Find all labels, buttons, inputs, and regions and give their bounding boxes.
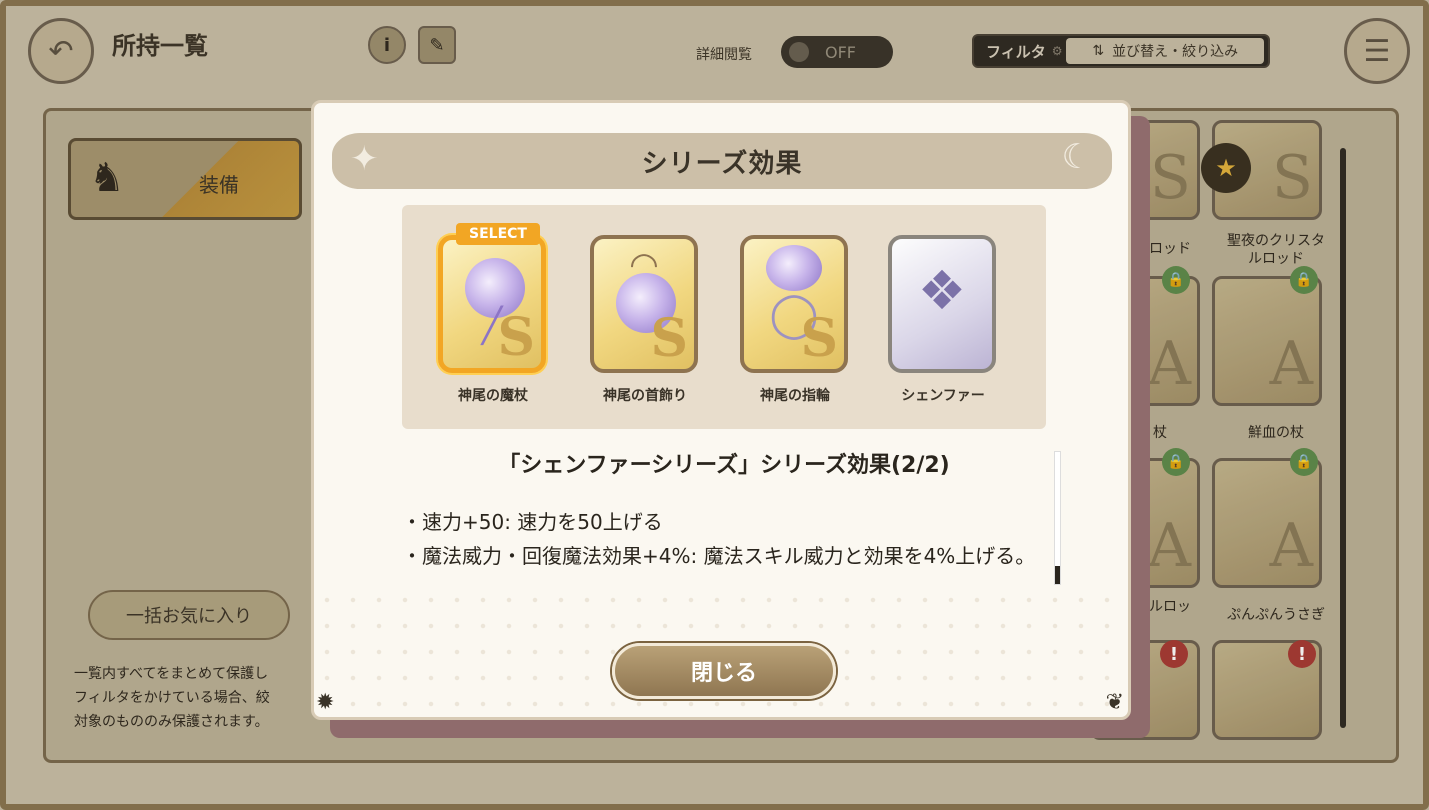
character-card: ❖ <box>888 235 996 373</box>
series-items: SELECT ╱ S 神尾の魔杖 ◠ S 神尾の首飾り ◯ S 神尾の指輪 ❖ … <box>402 205 1046 429</box>
modal-header: ✦ シリーズ効果 ☾ <box>332 133 1112 189</box>
series-effect-dialog: ✦ シリーズ効果 ☾ SELECT ╱ S 神尾の魔杖 ◠ S 神尾の首飾り ◯… <box>311 100 1131 720</box>
item-name: 神尾の首飾り <box>603 388 687 404</box>
item-name: 神尾の指輪 <box>760 388 830 404</box>
effect-scrollbar[interactable] <box>1054 451 1061 585</box>
series-item-ring[interactable]: ◯ S 神尾の指輪 <box>736 235 854 404</box>
effect-list: ・速力+50: 速力を50上げる ・魔法威力・回復魔法効果+4%: 魔法スキル威… <box>402 505 1042 573</box>
ring-card: ◯ S <box>740 235 848 373</box>
modal-title: シリーズ効果 <box>641 148 803 179</box>
sparkle-icon: ✦ <box>350 139 379 179</box>
necklace-card: ◠ S <box>590 235 698 373</box>
chain-icon: ◠ <box>629 245 659 285</box>
scroll-thumb[interactable] <box>1055 566 1060 584</box>
item-name: シェンファー <box>901 388 985 404</box>
character-portrait-icon: ❖ <box>917 259 967 322</box>
series-item-character[interactable]: ❖ シェンファー <box>884 235 1002 404</box>
series-item-wand[interactable]: SELECT ╱ S 神尾の魔杖 <box>434 223 552 404</box>
ring-icon <box>766 245 822 291</box>
corner-ornament-icon: ✹ <box>316 690 335 715</box>
select-badge: SELECT <box>456 223 540 245</box>
corner-ornament-icon: ❦ <box>1105 690 1124 715</box>
wand-card: ╱ S <box>438 235 546 373</box>
close-button[interactable]: 閉じる <box>612 643 836 699</box>
effect-title: 「シェンファーシリーズ」シリーズ効果(2/2) <box>498 453 950 478</box>
s-deco-icon: S <box>800 308 838 369</box>
effect-line: ・魔法威力・回復魔法効果+4%: 魔法スキル威力と効果を4%上げる。 <box>402 544 1036 568</box>
moon-icon: ☾ <box>1061 137 1092 177</box>
s-deco-icon: S <box>497 307 535 368</box>
effect-line: ・速力+50: 速力を50上げる <box>402 510 663 534</box>
item-name: 神尾の魔杖 <box>458 388 528 404</box>
series-item-necklace[interactable]: ◠ S 神尾の首飾り <box>586 235 704 404</box>
s-deco-icon: S <box>650 308 688 369</box>
